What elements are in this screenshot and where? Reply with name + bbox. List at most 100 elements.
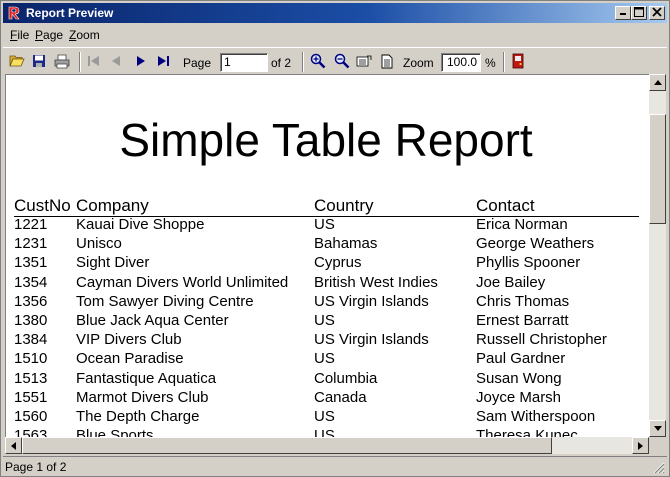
previous-page-button[interactable] <box>107 52 125 70</box>
save-button[interactable] <box>30 52 48 70</box>
row-company: VIP Divers Club <box>76 331 182 349</box>
app-icon <box>8 6 20 20</box>
row-contact: Chris Thomas <box>476 292 570 310</box>
close-button[interactable] <box>649 6 665 20</box>
row-contact: Joyce Marsh <box>476 388 562 406</box>
print-button[interactable] <box>53 52 71 70</box>
row-country: Canada <box>314 388 367 406</box>
column-header-contact: Contact <box>476 196 535 215</box>
row-custno: 1510 <box>14 350 48 368</box>
row-company: Marmot Divers Club <box>76 388 209 406</box>
whole-page-icon <box>381 54 393 68</box>
row-company: Tom Sawyer Diving Centre <box>76 292 254 310</box>
report-page-view[interactable]: Simple Table Report CustNo Company Count… <box>5 74 649 437</box>
zoom-in-icon <box>310 53 326 69</box>
arrow-down-icon <box>653 426 662 431</box>
exit-icon <box>512 53 524 69</box>
scroll-right-button[interactable] <box>632 437 649 454</box>
report-title: Simple Table Report <box>119 114 533 166</box>
horizontal-scroll-thumb[interactable] <box>22 437 552 454</box>
table-row: 1560 The Depth Charge US Sam Witherspoon <box>6 408 646 427</box>
maximize-button[interactable] <box>631 6 647 20</box>
row-country: US <box>314 216 335 233</box>
row-country: US <box>314 350 335 368</box>
row-contact: Russell Christopher <box>476 331 607 349</box>
zoom-out-icon <box>334 53 350 69</box>
row-custno: 1560 <box>14 408 48 425</box>
scroll-down-button[interactable] <box>649 420 666 437</box>
zoom-input[interactable]: 100.0 <box>441 53 481 72</box>
fit-width-button[interactable] <box>355 52 373 70</box>
resize-grip-icon[interactable] <box>653 462 665 474</box>
menu-page[interactable]: Page <box>35 28 63 42</box>
row-custno: 1384 <box>14 331 48 349</box>
title-bar[interactable]: Report Preview <box>3 3 667 23</box>
row-custno: 1351 <box>14 254 48 272</box>
row-country: Columbia <box>314 369 378 387</box>
floppy-disk-icon <box>33 55 45 67</box>
menu-file[interactable]: File <box>10 28 29 42</box>
vertical-scroll-thumb[interactable] <box>649 114 666 224</box>
toolbar: Page 1 of 2 Zoom 100.0 % <box>3 47 667 74</box>
zoom-label: Zoom <box>403 56 434 70</box>
open-button[interactable] <box>8 52 26 70</box>
row-company: Unisco <box>76 235 122 253</box>
table-row: 1551 Marmot Divers Club Canada Joyce Marsh <box>6 389 646 408</box>
row-contact: George Weathers <box>476 235 595 253</box>
table-row: 1384 VIP Divers Club US Virgin Islands Russ… <box>6 331 646 350</box>
row-custno: 1551 <box>14 388 48 406</box>
row-company: Ocean Paradise <box>76 350 184 368</box>
table-row: 1351 Sight Diver Cyprus Phyllis Spooner <box>6 254 646 273</box>
whole-page-button[interactable] <box>378 52 396 70</box>
table-row: 1563 Blue Sports US Theresa Kunec <box>6 427 646 437</box>
scrollbar-corner <box>649 437 666 454</box>
table-row: 1510 Ocean Paradise US Paul Gardner <box>6 350 646 369</box>
arrow-left-icon <box>11 441 16 450</box>
toolbar-separator <box>79 52 81 72</box>
horizontal-scrollbar[interactable] <box>5 437 649 454</box>
next-page-button[interactable] <box>132 52 150 70</box>
row-custno: 1356 <box>14 292 48 310</box>
vertical-scrollbar[interactable] <box>649 74 666 437</box>
row-custno: 1380 <box>14 312 48 329</box>
row-company: Sight Diver <box>76 254 150 272</box>
row-country: US <box>314 312 335 329</box>
zoom-in-button[interactable] <box>309 52 327 70</box>
scroll-left-button[interactable] <box>5 437 22 454</box>
row-custno: 1231 <box>14 235 48 253</box>
row-company: Blue Jack Aqua Center <box>76 312 229 329</box>
report-preview-window: Report Preview File Page Zoom Page 1 of … <box>0 0 670 477</box>
row-country: Bahamas <box>314 235 378 253</box>
close-icon <box>652 7 662 17</box>
minimize-button[interactable] <box>615 6 631 20</box>
toolbar-separator <box>302 52 304 72</box>
column-header-country: Country <box>314 196 374 215</box>
page-number-input[interactable]: 1 <box>220 53 268 72</box>
last-page-button[interactable] <box>154 52 172 70</box>
zoom-out-button[interactable] <box>333 52 351 70</box>
window-title: Report Preview <box>26 6 114 20</box>
row-country: British West Indies <box>314 273 438 291</box>
row-contact: Susan Wong <box>476 369 562 387</box>
row-company: Blue Sports <box>76 427 154 437</box>
row-custno: 1563 <box>14 427 48 437</box>
menu-zoom[interactable]: Zoom <box>69 28 100 42</box>
row-country: US <box>314 427 335 437</box>
row-country: US <box>314 408 335 425</box>
column-header-custno: CustNo <box>14 196 71 215</box>
arrow-up-icon <box>653 80 662 85</box>
row-custno: 1513 <box>14 369 48 387</box>
row-custno: 1354 <box>14 273 48 291</box>
last-page-icon <box>158 56 169 66</box>
row-contact: Joe Bailey <box>476 273 546 291</box>
table-row: 1356 Tom Sawyer Diving Centre US Virgin Is… <box>6 293 646 312</box>
maximize-icon <box>634 7 644 17</box>
first-page-button[interactable] <box>85 52 103 70</box>
scroll-up-button[interactable] <box>649 74 666 91</box>
row-contact: Paul Gardner <box>476 350 566 368</box>
row-country: US Virgin Islands <box>314 331 429 349</box>
row-country: US Virgin Islands <box>314 292 429 310</box>
exit-button[interactable] <box>509 52 527 70</box>
row-contact: Sam Witherspoon <box>476 408 596 425</box>
table-row: 1221 Kauai Dive Shoppe US Erica Norman <box>6 216 646 235</box>
